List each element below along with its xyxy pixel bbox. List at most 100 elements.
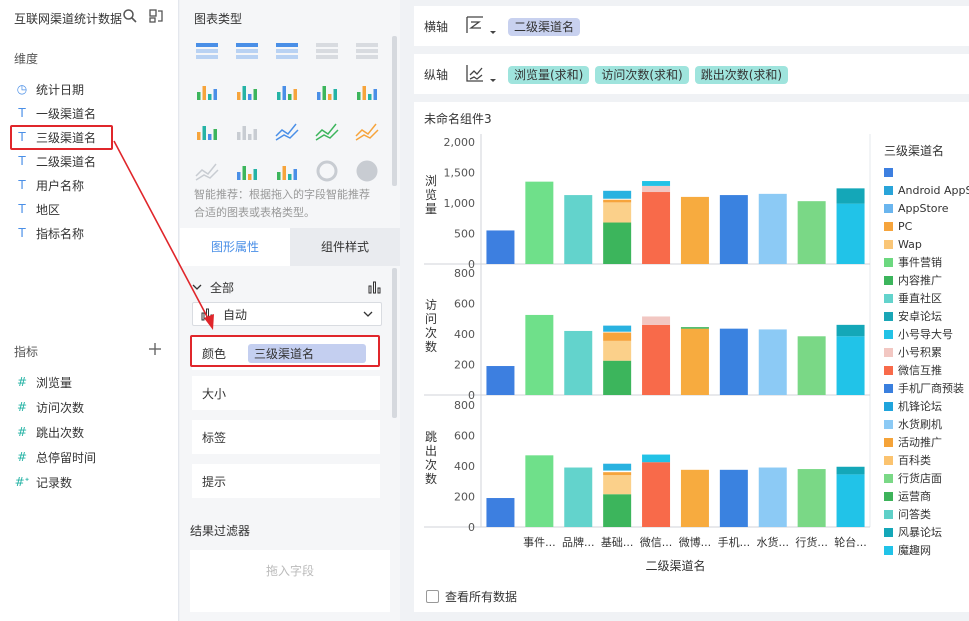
legend-label: 微信互推 bbox=[898, 364, 942, 377]
bar-segment bbox=[603, 463, 632, 471]
bar-segment bbox=[603, 222, 632, 264]
legend-label: 垂直社区 bbox=[898, 292, 942, 305]
bar-segment bbox=[564, 330, 593, 395]
bar-segment bbox=[603, 198, 632, 200]
legend-label: 魔趣网 bbox=[898, 544, 931, 557]
legend-swatch bbox=[884, 419, 893, 429]
axis-sort-icon[interactable] bbox=[464, 61, 498, 87]
legend-swatch bbox=[884, 257, 893, 267]
legend-swatch bbox=[884, 347, 893, 357]
legend-item[interactable]: 事件营销 bbox=[884, 254, 942, 270]
legend-item[interactable]: 运营商 bbox=[884, 488, 931, 504]
bar-chart: 05001,0001,5002,000浏览量0200400600800访问次数0… bbox=[424, 134, 871, 573]
legend-label: 行货店面 bbox=[898, 472, 942, 485]
legend-item[interactable]: 垂直社区 bbox=[884, 290, 942, 306]
bar-segment bbox=[525, 181, 554, 264]
legend-item[interactable]: 安卓论坛 bbox=[884, 308, 942, 324]
axis-field-pill[interactable]: 浏览量(求和) bbox=[508, 65, 590, 84]
legend-swatch bbox=[884, 527, 893, 537]
legend-label: Wap bbox=[898, 237, 922, 251]
bar-segment bbox=[642, 462, 671, 527]
metric-label: 跳出次数 bbox=[36, 425, 85, 440]
metric-field[interactable]: #ᐩ 记录数 bbox=[14, 472, 72, 492]
bar-segment bbox=[719, 469, 748, 527]
legend-item[interactable]: 小号导大号 bbox=[884, 326, 953, 342]
result-filter-title: 结果过滤器 bbox=[190, 524, 251, 538]
axis-sort-icon[interactable] bbox=[464, 13, 498, 39]
bar-segment bbox=[680, 196, 709, 264]
bar-segment bbox=[797, 336, 826, 395]
y-tick-label: 400 bbox=[454, 328, 475, 341]
y-tick-label: 200 bbox=[454, 491, 475, 504]
legend-item[interactable]: 问答类 bbox=[884, 506, 931, 522]
legend-item[interactable]: 魔趣网 bbox=[884, 542, 931, 558]
y-tick-label: 400 bbox=[454, 460, 475, 473]
legend-swatch bbox=[884, 239, 893, 249]
axis-field-pill[interactable]: 跳出次数(求和) bbox=[694, 65, 789, 84]
legend-swatch bbox=[884, 491, 893, 501]
legend-item[interactable]: 行货店面 bbox=[884, 470, 942, 486]
bar-segment bbox=[642, 324, 671, 395]
legend-swatch bbox=[884, 167, 893, 177]
metric-field[interactable]: # 访问次数 bbox=[14, 397, 84, 417]
bar-segment bbox=[680, 327, 709, 329]
bar-segment bbox=[486, 366, 515, 395]
bar-segment bbox=[758, 193, 787, 264]
legend-item[interactable]: 百科类 bbox=[884, 452, 931, 468]
legend-swatch bbox=[884, 383, 893, 393]
legend-label: AppStore bbox=[898, 201, 949, 215]
legend-label: Android AppS bbox=[898, 183, 969, 197]
x-tick-label: 微信... bbox=[640, 535, 673, 549]
bar-segment bbox=[486, 498, 515, 527]
legend-item[interactable]: 活动推广 bbox=[884, 434, 942, 450]
legend-swatch bbox=[884, 203, 893, 213]
y-tick-label: 500 bbox=[454, 228, 475, 241]
legend-swatch bbox=[884, 311, 893, 321]
metric-label: 记录数 bbox=[36, 475, 73, 490]
show-all-label: 查看所有数据 bbox=[445, 590, 518, 604]
legend-item[interactable]: 手机厂商预装 bbox=[884, 380, 964, 396]
legend-label: 事件营销 bbox=[898, 256, 942, 269]
show-all-checkbox[interactable] bbox=[426, 590, 439, 603]
metric-field[interactable]: # 总停留时间 bbox=[14, 447, 96, 467]
legend-label: 百科类 bbox=[898, 454, 931, 467]
bar-segment bbox=[486, 230, 515, 264]
y-tick-label: 0 bbox=[468, 521, 475, 534]
axis-field-pill[interactable]: 访问次数(求和) bbox=[595, 65, 689, 84]
number-type-icon: # bbox=[16, 400, 28, 414]
legend-swatch bbox=[884, 293, 893, 303]
metric-field[interactable]: # 跳出次数 bbox=[14, 422, 84, 442]
app-root: 互联网渠道统计数据 维度 ◷ 统计日期 T 一级渠道名 T 三级渠道名 T 二级渠道名 T 用户名… bbox=[0, 0, 969, 621]
bar-segment bbox=[603, 475, 632, 495]
legend-item[interactable] bbox=[884, 164, 898, 180]
y-axis-title: 访问次数 bbox=[425, 298, 437, 354]
legend-item[interactable]: 内容推广 bbox=[884, 272, 942, 288]
legend-swatch bbox=[884, 329, 893, 339]
legend-item[interactable]: 水货刷机 bbox=[884, 416, 942, 432]
legend-item[interactable]: 微信互推 bbox=[884, 362, 942, 378]
legend-item[interactable]: Android AppS bbox=[884, 182, 969, 198]
x-axis-title: 二级渠道名 bbox=[645, 558, 705, 573]
legend-item[interactable]: 机锋论坛 bbox=[884, 398, 942, 414]
bar-segment bbox=[603, 470, 632, 473]
legend-item[interactable]: AppStore bbox=[884, 200, 949, 216]
metric-label: 访问次数 bbox=[36, 400, 85, 415]
legend-label: 活动推广 bbox=[898, 436, 942, 449]
legend-item[interactable]: Wap bbox=[884, 236, 922, 252]
legend-item[interactable]: 小号积累 bbox=[884, 344, 942, 360]
tooltip-property[interactable]: 提示 bbox=[192, 464, 380, 498]
bar-segment bbox=[719, 328, 748, 395]
legend-label: 手机厂商预装 bbox=[898, 382, 964, 395]
bar-segment bbox=[680, 328, 709, 395]
legend-item[interactable]: 风暴论坛 bbox=[884, 524, 942, 540]
bar-segment bbox=[525, 455, 554, 527]
show-all-data[interactable]: 查看所有数据 bbox=[426, 588, 517, 605]
bar-segment bbox=[603, 325, 632, 332]
label-property[interactable]: 标签 bbox=[192, 420, 380, 454]
legend-label: 安卓论坛 bbox=[898, 310, 942, 323]
legend-item[interactable]: PC bbox=[884, 218, 912, 234]
bar-segment bbox=[797, 201, 826, 264]
bar-segment bbox=[758, 329, 787, 395]
result-filter-dropzone[interactable]: 拖入字段 bbox=[190, 550, 390, 612]
axis-field-pill[interactable]: 二级渠道名 bbox=[508, 17, 581, 36]
